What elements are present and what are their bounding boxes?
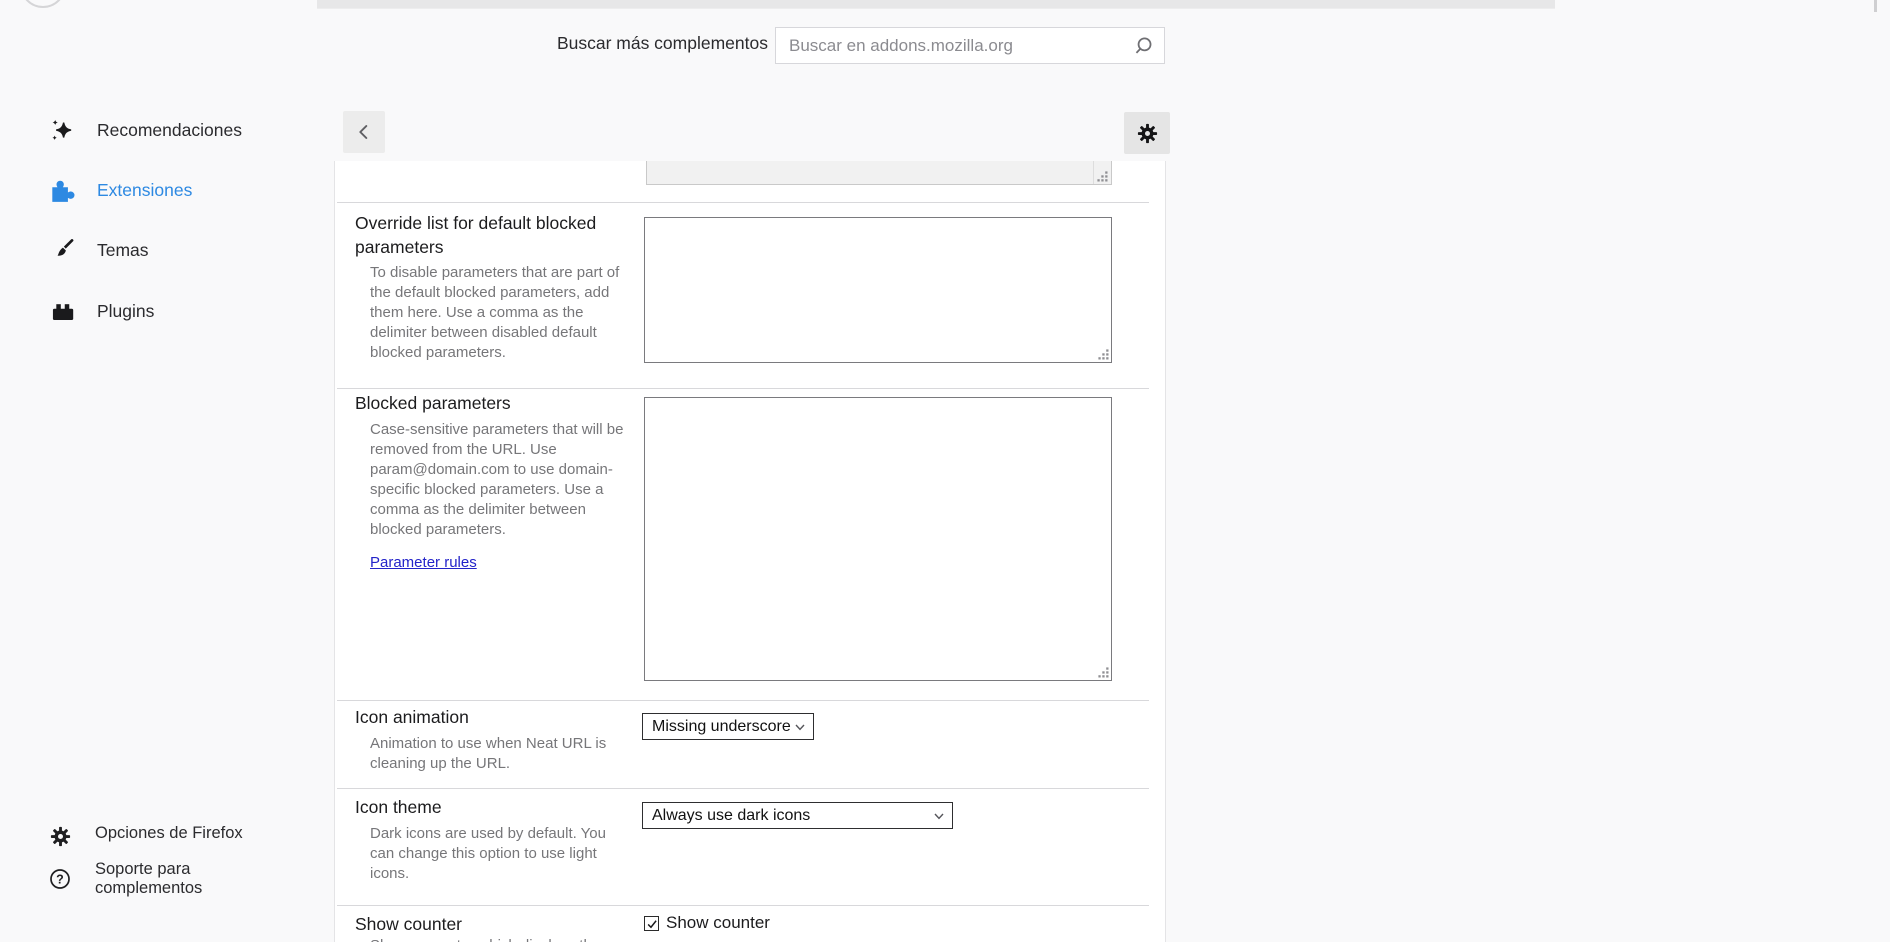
sidebar-item-label: Soporte para complementos <box>95 860 203 897</box>
chrome-arc-artifact <box>20 0 66 8</box>
sidebar-item-firefox-options[interactable]: Opciones de Firefox <box>48 824 243 848</box>
show-counter-description: Show a counter which displays the <box>370 936 640 942</box>
help-icon: ? <box>48 867 72 891</box>
search-icon <box>1135 37 1152 54</box>
show-counter-checkbox[interactable] <box>644 916 659 931</box>
default-blocked-parameters-textarea[interactable] <box>646 161 1112 185</box>
parameter-rules-link[interactable]: Parameter rules <box>370 554 477 571</box>
chevron-down-icon <box>795 724 805 731</box>
sidebar-item-themes[interactable]: Temas <box>48 236 149 264</box>
chevron-left-icon <box>359 125 368 139</box>
search-more-addons-label: Buscar más complementos <box>556 33 768 53</box>
section-divider <box>337 388 1149 389</box>
sidebar-item-label: Extensiones <box>97 179 193 200</box>
addon-options-panel: Override list for default blocked parame… <box>334 161 1166 942</box>
search-input[interactable] <box>776 28 1164 63</box>
override-list-title: Override list for default blocked parame… <box>355 213 597 257</box>
sidebar-item-addons-support[interactable]: ? Soporte para complementos <box>48 860 245 898</box>
override-list-textarea[interactable] <box>645 218 1111 362</box>
blocked-parameters-title: Blocked parameters <box>355 393 511 413</box>
sidebar-item-label: Plugins <box>97 300 155 321</box>
section-divider <box>337 905 1149 906</box>
sidebar-item-plugins[interactable]: Plugins <box>48 297 154 325</box>
sparkle-icon <box>48 116 76 144</box>
blocked-parameters-description: Case-sensitive parameters that will be r… <box>370 421 624 538</box>
resize-grip-icon[interactable] <box>1098 667 1109 678</box>
plug-icon <box>48 297 76 325</box>
scrollbar-divider <box>1093 161 1094 184</box>
icon-animation-select[interactable]: Missing underscore <box>642 713 814 740</box>
icon-animation-selected-value: Missing underscore <box>652 717 791 735</box>
icon-theme-select[interactable]: Always use dark icons <box>642 802 953 829</box>
section-divider <box>337 700 1149 701</box>
scrollbar-artifact <box>1874 0 1877 12</box>
section-divider <box>337 202 1149 203</box>
svg-text:?: ? <box>56 873 64 887</box>
icon-animation-description: Animation to use when Neat URL is cleani… <box>370 735 607 772</box>
chevron-down-icon <box>934 813 944 820</box>
icon-theme-selected-value: Always use dark icons <box>652 806 811 824</box>
checkmark-icon <box>647 919 657 928</box>
sidebar-item-label: Recomendaciones <box>97 119 242 140</box>
sidebar-item-extensions[interactable]: Extensiones <box>48 176 192 204</box>
override-list-description: To disable parameters that are part of t… <box>370 264 620 361</box>
icon-theme-description: Dark icons are used by default. You can … <box>370 825 606 882</box>
addons-search-box[interactable] <box>775 27 1165 64</box>
blocked-parameters-textarea-wrap <box>644 397 1112 681</box>
blocked-parameters-textarea[interactable] <box>645 398 1111 680</box>
sidebar-item-label: Opciones de Firefox <box>95 824 243 842</box>
back-button[interactable] <box>343 111 385 153</box>
override-list-textarea-wrap <box>644 217 1112 363</box>
puzzle-icon <box>48 176 76 204</box>
icon-animation-title: Icon animation <box>355 707 469 727</box>
browser-chrome-strip <box>317 0 1555 9</box>
gear-icon <box>1137 123 1157 143</box>
section-divider <box>337 788 1149 789</box>
gear-icon <box>48 824 72 848</box>
show-counter-checkbox-label: Show counter <box>666 913 770 932</box>
addon-settings-button[interactable] <box>1124 112 1170 154</box>
sidebar-item-recommendations[interactable]: Recomendaciones <box>48 116 242 144</box>
resize-grip-icon[interactable] <box>1097 171 1108 182</box>
brush-icon <box>48 236 76 264</box>
resize-grip-icon[interactable] <box>1098 349 1109 360</box>
icon-theme-title: Icon theme <box>355 797 442 817</box>
show-counter-title: Show counter <box>355 914 463 934</box>
sidebar-item-label: Temas <box>97 239 149 260</box>
